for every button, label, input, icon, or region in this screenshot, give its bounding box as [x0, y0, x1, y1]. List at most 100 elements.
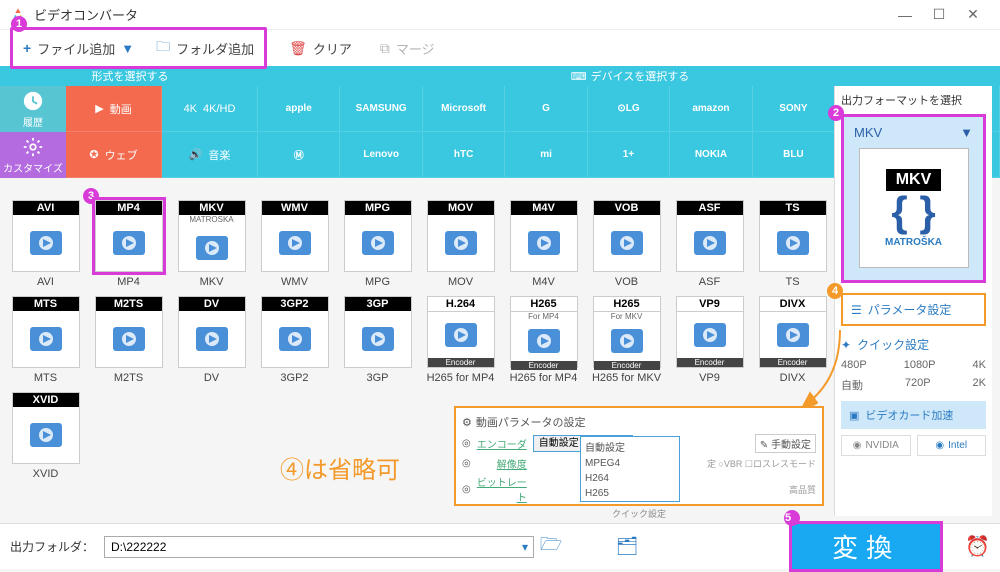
res-720p[interactable]: 720P — [905, 377, 931, 393]
expand-folder-icon[interactable]: 🗂 — [614, 536, 640, 557]
chip-icon: ▣ — [849, 409, 859, 422]
res-4k[interactable]: 4K — [973, 359, 986, 371]
convert-button[interactable]: 5 変換 — [789, 521, 943, 572]
manual-button[interactable]: ✎ 手動設定 — [755, 434, 816, 453]
annotation-badge-4: 4 — [827, 283, 843, 299]
brand-SONY[interactable]: SONY — [753, 86, 835, 132]
target-icon: ◎ — [462, 458, 471, 469]
add-file-button[interactable]: + ファイル追加 ▼ — [17, 32, 140, 64]
cat-3[interactable]: 🔊音楽 — [162, 132, 258, 178]
maximize-button[interactable]: ☐ — [922, 6, 956, 23]
format-h265mkv[interactable]: H265For MKV Encoder H265 for MKV — [589, 296, 664, 384]
minimize-button[interactable]: — — [888, 7, 922, 23]
format-vp9[interactable]: VP9 Encoder VP9 — [672, 296, 747, 384]
target-icon: ◎ — [462, 484, 471, 495]
format-3gp2[interactable]: 3GP2 3GP2 — [257, 296, 332, 384]
intel-icon: ◉ — [935, 440, 944, 451]
output-format-select[interactable]: MKV ▼ — [850, 123, 977, 142]
format-wmv[interactable]: WMV WMV — [257, 200, 332, 288]
format-h264[interactable]: H.264 Encoder H265 for MP4 — [423, 296, 498, 384]
format-mts[interactable]: MTS MTS — [8, 296, 83, 384]
format-avi[interactable]: AVI AVI — [8, 200, 83, 288]
tab-format[interactable]: 形式を選択する — [0, 68, 260, 84]
gear-icon — [22, 136, 44, 158]
output-format-thumb: MKV { } MATROŠKA — [859, 148, 969, 268]
res-row-2: 自動 720P 2K — [841, 377, 986, 393]
folder-icon: 🗀 — [156, 36, 170, 60]
output-format-box[interactable]: 2 MKV ▼ MKV { } MATROŠKA — [841, 114, 986, 283]
video-card-accel[interactable]: ▣ ビデオカード加速 — [841, 401, 986, 429]
brand-SAMSUNG[interactable]: SAMSUNG — [340, 86, 422, 132]
customize-button[interactable]: カスタマイズ — [0, 132, 66, 178]
param-popup: ⚙動画パラメータの設定 ◎ エンコーダ 自動設定 ✎ 手動設定 ◎ 解像度 定 … — [454, 406, 824, 506]
close-button[interactable]: ✕ — [956, 6, 990, 23]
toolbar: 1 + ファイル追加 ▼ 🗀 フォルダ追加 🗑 クリア ⧉ マージ — [0, 30, 1000, 66]
res-row-1: 480P 1080P 4K — [841, 359, 986, 371]
format-h265mp4[interactable]: H265For MP4 Encoder H265 for MP4 — [506, 296, 581, 384]
format-dv[interactable]: DV DV — [174, 296, 249, 384]
device-icon: ⌨ — [571, 71, 587, 83]
quick-settings: ✦クイック設定 480P 1080P 4K 自動 720P 2K — [841, 336, 986, 393]
format-mp4[interactable]: 3 MP4 MP4 — [91, 200, 166, 288]
annotation-badge-1: 1 — [11, 16, 27, 32]
format-3gp[interactable]: 3GP 3GP — [340, 296, 415, 384]
brand-BLU[interactable]: BLU — [753, 132, 835, 178]
chevron-down-icon[interactable]: ▼ — [121, 41, 134, 56]
format-ts[interactable]: TS TS — [755, 200, 830, 288]
brand-moto[interactable]: Ⓜ — [258, 132, 340, 178]
matroska-icon: { } — [891, 191, 935, 233]
nvidia-icon: ◉ — [853, 440, 862, 451]
annotation-1: 1 + ファイル追加 ▼ 🗀 フォルダ追加 — [10, 27, 267, 69]
gear-icon: ⚙ — [462, 416, 472, 429]
output-folder-input[interactable] — [104, 536, 534, 558]
brand-G[interactable]: G — [505, 86, 587, 132]
tabs-header: 形式を選択する ⌨デバイスを選択する — [0, 66, 1000, 86]
right-panel: 出力フォーマットを選択 2 MKV ▼ MKV { } MATROŠKA 4 ☰… — [834, 86, 992, 516]
brand-Microsoft[interactable]: Microsoft — [423, 86, 505, 132]
output-label: 出力フォーマットを選択 — [841, 92, 986, 108]
cat-1[interactable]: 4K4K/HD — [162, 86, 258, 132]
brand-apple[interactable]: apple — [258, 86, 340, 132]
cat-0[interactable]: ▶動画 — [66, 86, 162, 132]
brand-amazon[interactable]: amazon — [670, 86, 752, 132]
annotation-arrow — [800, 330, 850, 410]
bottom-bar: 出力フォルダ： ▾ 🗁 🗂 5 変換 ⏰ — [0, 523, 1000, 569]
clear-button[interactable]: 🗑 クリア — [283, 35, 358, 62]
brand-oneplus[interactable]: 1+ — [588, 132, 670, 178]
format-vob[interactable]: VOB VOB — [589, 200, 664, 288]
title-bar: ビデオコンバータ — ☐ ✕ — [0, 0, 1000, 30]
history-button[interactable]: 履歴 — [0, 86, 66, 132]
annotation-badge-2: 2 — [828, 105, 844, 121]
tab-device[interactable]: ⌨デバイスを選択する — [260, 68, 1000, 84]
annotation-badge-5: 5 — [784, 510, 800, 526]
cat-2[interactable]: ✪ウェブ — [66, 132, 162, 178]
format-mov[interactable]: MOV MOV — [423, 200, 498, 288]
vendor-intel[interactable]: ◉Intel — [917, 435, 987, 456]
chevron-down-icon[interactable]: ▾ — [522, 540, 528, 554]
scheduler-icon[interactable]: ⏰ — [965, 534, 990, 559]
encode-options[interactable]: 自動設定 MPEG4 H264 H265 — [580, 436, 680, 502]
format-mkv[interactable]: MKVMATROSKA MKV — [174, 200, 249, 288]
format-m4v[interactable]: M4V M4V — [506, 200, 581, 288]
add-folder-button[interactable]: 🗀 フォルダ追加 — [150, 32, 260, 64]
param-settings-button[interactable]: 4 ☰ パラメータ設定 — [841, 293, 986, 326]
brand-LG[interactable]: ⊙LG — [588, 86, 670, 132]
res-2k[interactable]: 2K — [973, 377, 986, 393]
merge-button[interactable]: ⧉ マージ — [374, 35, 441, 62]
chevron-down-icon: ▼ — [960, 125, 973, 140]
brand-hTC[interactable]: hTC — [423, 132, 505, 178]
format-m2ts[interactable]: M2TS M2TS — [91, 296, 166, 384]
format-mpg[interactable]: MPG MPG — [340, 200, 415, 288]
brand-Lenovo[interactable]: Lenovo — [340, 132, 422, 178]
brand-mi[interactable]: mi — [505, 132, 587, 178]
annotation-4-text: ④は省略可 — [280, 450, 400, 485]
brand-NOKIA[interactable]: NOKIA — [670, 132, 752, 178]
res-1080p[interactable]: 1080P — [904, 359, 936, 371]
merge-icon: ⧉ — [380, 40, 390, 57]
window-title: ビデオコンバータ — [34, 5, 888, 24]
format-xvid[interactable]: XVID XVID — [8, 392, 83, 480]
vendor-nvidia[interactable]: ◉NVIDIA — [841, 435, 911, 456]
open-folder-icon[interactable]: 🗁 — [538, 532, 564, 562]
plus-icon: + — [23, 40, 31, 56]
format-asf[interactable]: ASF ASF — [672, 200, 747, 288]
